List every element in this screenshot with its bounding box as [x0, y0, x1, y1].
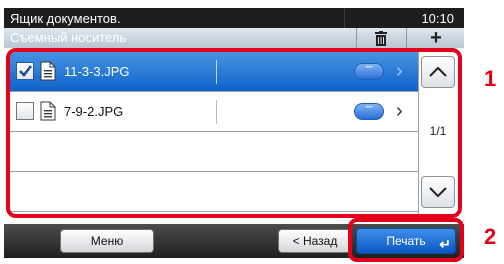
scroll-up-button[interactable] [421, 56, 455, 88]
file-list-panel: 11-3-3.JPG › 7-9-2.JPG › 1/1 [6, 48, 462, 218]
back-button[interactable]: < Назад [278, 229, 352, 253]
menu-button[interactable]: Меню [60, 229, 154, 253]
title-divider [344, 8, 345, 28]
chevron-right-icon: › [396, 60, 403, 82]
column-divider [216, 60, 217, 84]
plus-icon: + [430, 27, 442, 49]
chevron-down-icon [429, 187, 447, 198]
document-icon [40, 101, 56, 121]
callout-number-2: 2 [484, 224, 497, 249]
file-row[interactable]: 7-9-2.JPG › [10, 92, 418, 132]
print-label: Печать [386, 234, 426, 248]
column-divider [216, 100, 217, 124]
chevron-up-icon [429, 66, 447, 77]
checkmark-icon [19, 65, 33, 77]
scroll-down-button[interactable] [421, 176, 455, 208]
callout-number-1: 1 [484, 66, 497, 91]
add-button[interactable]: + [406, 28, 465, 48]
file-name: 7-9-2.JPG [64, 104, 124, 119]
location-label: Съемный носитель [10, 30, 127, 45]
page-indicator: 1/1 [429, 124, 447, 138]
details-button[interactable] [354, 102, 384, 120]
screen-title: Ящик документов. [10, 11, 121, 26]
location-bar: Съемный носитель + [4, 28, 464, 48]
file-checkbox[interactable] [16, 102, 34, 120]
clock: 10:10 [421, 11, 454, 26]
print-highlight: Печать ↵ [348, 218, 464, 262]
empty-row [10, 172, 418, 212]
trash-icon [375, 30, 387, 46]
file-row[interactable]: 11-3-3.JPG › [10, 52, 418, 92]
print-button[interactable]: Печать ↵ [356, 228, 456, 254]
delete-button[interactable] [356, 28, 405, 48]
file-checkbox[interactable] [16, 62, 34, 80]
empty-row [10, 132, 418, 172]
title-bar: Ящик документов. 10:10 [4, 8, 464, 28]
chevron-right-icon: › [396, 100, 403, 122]
scroll-column: 1/1 [418, 52, 458, 214]
document-icon [40, 61, 56, 81]
enter-icon: ↵ [439, 236, 451, 252]
details-button[interactable] [354, 62, 384, 80]
file-name: 11-3-3.JPG [64, 64, 130, 79]
